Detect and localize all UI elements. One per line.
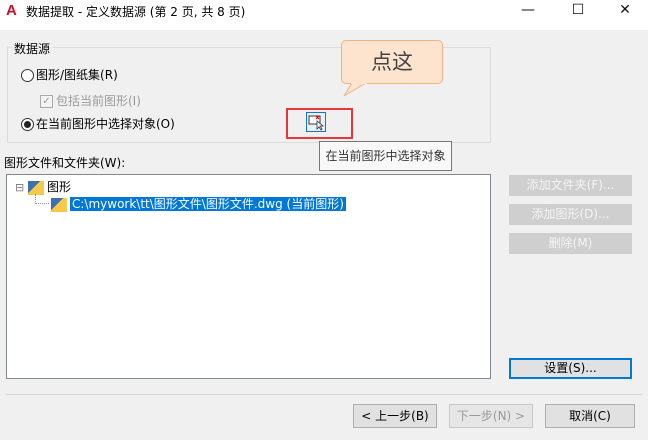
back-button[interactable]: < 上一步(B) xyxy=(353,404,437,428)
radio-circle-checked[interactable] xyxy=(21,118,34,131)
tooltip-text: 在当前图形中选择对象 xyxy=(325,149,446,163)
collapse-icon[interactable]: ⊟ xyxy=(15,181,24,194)
datasource-group-label: 数据源 xyxy=(12,40,53,57)
drawing-file-icon xyxy=(51,197,67,212)
remove-button[interactable]: 删除(M) xyxy=(509,233,632,254)
radio-circle[interactable] xyxy=(21,69,34,82)
tooltip: 在当前图形中选择对象 xyxy=(319,141,452,171)
add-folder-button[interactable]: 添加文件夹(F)... xyxy=(509,175,632,196)
title-bar: A 数据提取 - 定义数据源 (第 2 页, 共 8 页) — ☐ ✕ xyxy=(0,0,648,30)
callout-text: 点这 xyxy=(371,50,413,74)
tree-root-label: 图形 xyxy=(47,180,72,194)
window-title: 数据提取 - 定义数据源 (第 2 页, 共 8 页) xyxy=(26,5,246,19)
add-drawing-button[interactable]: 添加图形(D)... xyxy=(509,204,632,225)
radio-select-objects-label: 在当前图形中选择对象(O) xyxy=(36,117,175,131)
radio-drawings-label: 图形/图纸集(R) xyxy=(36,68,118,82)
tree-node-root[interactable]: ⊟ 图形 xyxy=(15,178,71,195)
select-objects-icon xyxy=(308,115,325,131)
drawings-tree[interactable]: ⊟ 图形 C:\mywork\tt\图形文件\图形文件.dwg (当前图形) xyxy=(6,174,491,379)
tree-node-file[interactable]: C:\mywork\tt\图形文件\图形文件.dwg (当前图形) xyxy=(51,195,346,212)
next-button[interactable]: 下一步(N) > xyxy=(449,404,533,428)
include-current-checkbox[interactable]: ✓ 包括当前图形(I) xyxy=(40,92,141,109)
separator xyxy=(6,394,642,395)
include-current-label: 包括当前图形(I) xyxy=(56,94,141,108)
minimize-button[interactable]: — xyxy=(505,0,551,22)
close-button[interactable]: ✕ xyxy=(602,0,648,22)
radio-drawings[interactable]: 图形/图纸集(R) xyxy=(21,66,118,83)
cancel-button[interactable]: 取消(C) xyxy=(545,404,635,428)
select-objects-button[interactable] xyxy=(306,112,326,132)
tree-connector xyxy=(35,194,49,204)
autocad-logo-icon: A xyxy=(6,2,17,19)
maximize-button[interactable]: ☐ xyxy=(555,0,601,22)
callout-bubble: 点这 xyxy=(341,40,443,84)
tree-file-label: C:\mywork\tt\图形文件\图形文件.dwg (当前图形) xyxy=(70,197,346,211)
folder-icon xyxy=(28,180,45,195)
callout-tail xyxy=(343,82,367,97)
checkmark-icon: ✓ xyxy=(40,95,53,108)
settings-button[interactable]: 设置(S)... xyxy=(509,358,632,379)
radio-select-objects[interactable]: 在当前图形中选择对象(O) xyxy=(21,115,175,132)
tree-label: 图形文件和文件夹(W): xyxy=(4,156,126,170)
